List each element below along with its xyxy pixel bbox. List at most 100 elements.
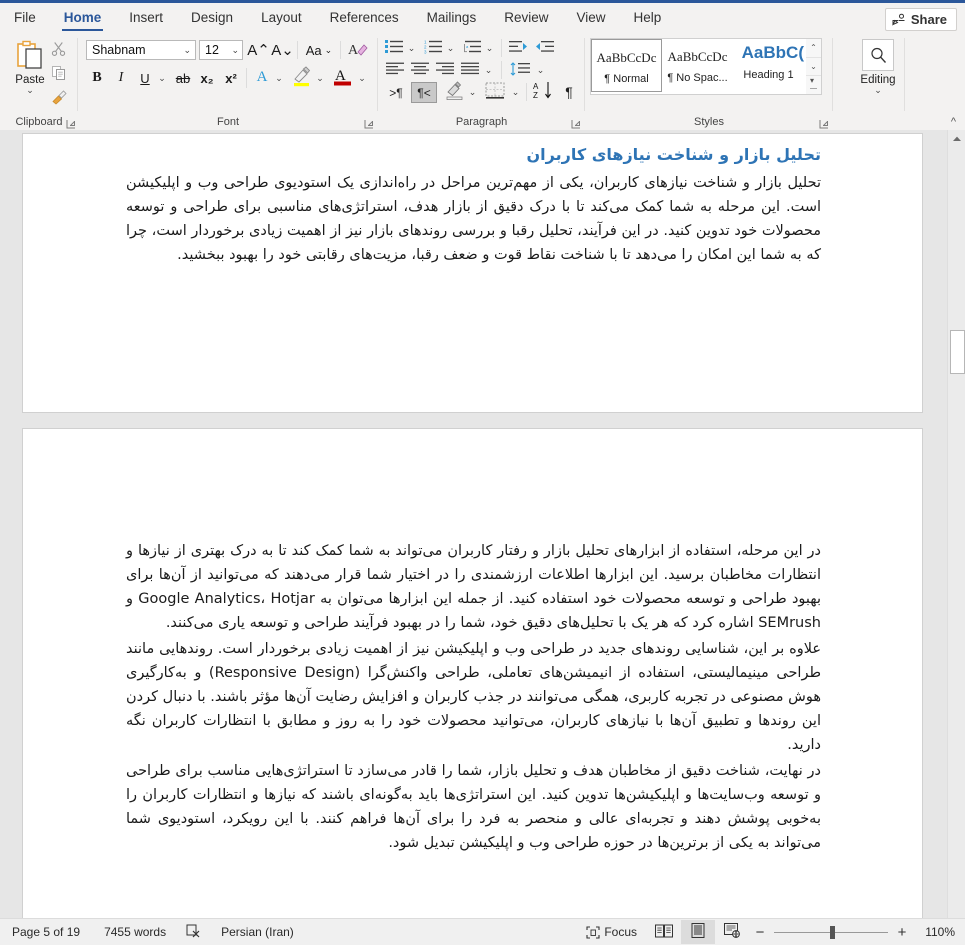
read-mode-button[interactable] — [647, 920, 681, 944]
styles-scroll-down-button[interactable]: ⌄ — [806, 58, 821, 76]
tab-view[interactable]: View — [562, 3, 619, 33]
tab-help[interactable]: Help — [620, 3, 676, 33]
borders-button[interactable] — [482, 81, 508, 103]
proofing-errors-button[interactable] — [178, 924, 209, 941]
focus-mode-button[interactable]: Focus — [576, 925, 647, 939]
paragraph-dialog-launcher[interactable] — [571, 118, 581, 129]
underline-button[interactable]: U — [134, 67, 156, 89]
font-color-options-button[interactable]: ⌄ — [355, 67, 369, 89]
document-paragraph: تحلیل بازار و شناخت نیازهای کاربران، یکی… — [126, 175, 821, 263]
shading-button[interactable] — [442, 80, 466, 103]
change-case-chevron-down-icon[interactable]: ⌄ — [325, 45, 333, 56]
font-name-input[interactable]: Shabnam ⌄ — [86, 40, 196, 60]
show-formatting-marks-button[interactable]: ¶ — [558, 81, 580, 103]
highlight-button[interactable] — [290, 65, 314, 89]
zoom-slider[interactable] — [771, 922, 891, 942]
numbering-options-button[interactable]: ⌄ — [444, 38, 457, 58]
numbering-button[interactable]: 1 2 3 — [422, 38, 444, 58]
tab-mailings[interactable]: Mailings — [413, 3, 491, 33]
tab-insert[interactable]: Insert — [115, 3, 177, 33]
styles-more-button[interactable]: ▾ ― — [806, 76, 821, 94]
bullets-button[interactable] — [383, 38, 405, 58]
shrink-font-button[interactable]: A⌄ — [271, 40, 294, 60]
ltr-text-direction-button[interactable]: >¶ — [383, 82, 409, 103]
sort-icon: A Z — [533, 81, 554, 103]
editing-chevron-down-icon[interactable]: ⌄ — [851, 86, 905, 95]
scroll-up-button[interactable] — [948, 130, 965, 147]
ribbon-group-styles: AaBbCcDc ¶ Normal AaBbCcDc ¶ No Spac... … — [585, 33, 833, 130]
zoom-level-value[interactable]: 110% — [913, 925, 959, 939]
styles-scroll-up-button[interactable]: ⌃ — [806, 39, 821, 58]
web-layout-button[interactable] — [715, 920, 749, 944]
share-button[interactable]: Share — [884, 8, 957, 31]
text-effects-button[interactable]: A — [251, 66, 273, 89]
change-case-button[interactable]: Aa ⌄ — [302, 40, 336, 60]
align-center-button[interactable] — [408, 60, 432, 80]
cut-button[interactable] — [46, 38, 72, 62]
align-left-button[interactable] — [383, 60, 407, 80]
increase-indent-button[interactable] — [533, 38, 556, 58]
font-size-chevron-down-icon[interactable]: ⌄ — [231, 41, 239, 60]
style-no-spacing[interactable]: AaBbCcDc ¶ No Spac... — [662, 39, 733, 92]
multilevel-options-button[interactable]: ⌄ — [483, 38, 496, 58]
zoom-out-button[interactable]: − — [749, 924, 771, 941]
font-size-input[interactable]: 12 ⌄ — [199, 40, 243, 60]
zoom-in-button[interactable]: + — [891, 924, 913, 941]
font-dialog-launcher[interactable] — [364, 118, 374, 129]
tab-home[interactable]: Home — [50, 3, 116, 33]
clear-formatting-button[interactable]: A — [346, 39, 370, 61]
font-color-button[interactable]: A — [331, 65, 355, 89]
editing-button[interactable]: Editing ⌄ — [851, 37, 905, 95]
ribbon-tabs: File Home Insert Design Layout Reference… — [0, 3, 675, 33]
borders-options-button[interactable]: ⌄ — [509, 82, 522, 102]
tab-design[interactable]: Design — [177, 3, 247, 33]
page-number-status[interactable]: Page 5 of 19 — [0, 919, 92, 945]
style-heading-1[interactable]: AaBbC( Heading 1 — [733, 39, 804, 92]
status-bar: Page 5 of 19 7455 words Persian (Iran) F… — [0, 918, 965, 945]
ribbon: Paste ⌄ Clipboard Shabnam ⌄ 12 ⌄ A⌃ A⌄ A… — [0, 33, 965, 131]
italic-button[interactable]: I — [110, 67, 132, 89]
collapse-ribbon-button[interactable]: ^ — [951, 116, 956, 128]
align-options-button[interactable]: ⌄ — [482, 60, 495, 80]
line-spacing-options-button[interactable]: ⌄ — [534, 60, 547, 80]
subscript-button[interactable]: x₂ — [196, 67, 218, 89]
page-2-content[interactable]: در این مرحله، استفاده از ابزارهای تحلیل … — [126, 539, 821, 855]
highlight-options-button[interactable]: ⌄ — [313, 67, 327, 89]
underline-options-button[interactable]: ⌄ — [155, 67, 169, 89]
font-color-icon: A — [332, 65, 354, 90]
document-canvas[interactable]: تحلیل بازار و شناخت نیازهای کاربران تحلی… — [0, 130, 965, 919]
justify-button[interactable] — [458, 60, 482, 80]
page-1-content[interactable]: تحلیل بازار و شناخت نیازهای کاربران تحلی… — [126, 144, 821, 267]
line-spacing-button[interactable] — [507, 60, 533, 80]
multilevel-list-button[interactable]: a — [461, 38, 483, 58]
decrease-indent-button[interactable] — [507, 38, 530, 58]
scrollbar-thumb[interactable] — [950, 330, 965, 374]
tab-references[interactable]: References — [316, 3, 413, 33]
print-layout-button[interactable] — [681, 920, 715, 944]
format-painter-button[interactable] — [46, 86, 72, 110]
zoom-slider-thumb[interactable] — [830, 925, 835, 939]
align-right-button[interactable] — [433, 60, 457, 80]
align-left-icon — [386, 62, 404, 78]
styles-dialog-launcher[interactable] — [819, 118, 829, 129]
strikethrough-button[interactable]: ab — [172, 67, 194, 89]
font-name-chevron-down-icon[interactable]: ⌄ — [183, 41, 191, 60]
tab-file[interactable]: File — [0, 3, 50, 33]
clipboard-dialog-launcher[interactable] — [66, 118, 76, 129]
style-normal[interactable]: AaBbCcDc ¶ Normal — [591, 39, 662, 92]
text-effects-options-button[interactable]: ⌄ — [272, 67, 286, 89]
superscript-button[interactable]: x² — [220, 67, 242, 89]
language-status[interactable]: Persian (Iran) — [209, 919, 306, 945]
bold-button[interactable]: B — [86, 67, 108, 89]
vertical-scrollbar[interactable] — [947, 130, 965, 919]
shading-chevron-down-icon: ⌄ — [468, 86, 477, 97]
shading-options-button[interactable]: ⌄ — [466, 82, 479, 102]
tab-layout[interactable]: Layout — [247, 3, 316, 33]
copy-button[interactable] — [46, 62, 72, 86]
tab-review[interactable]: Review — [490, 3, 562, 33]
bullets-options-button[interactable]: ⌄ — [405, 38, 418, 58]
word-count-status[interactable]: 7455 words — [92, 919, 178, 945]
rtl-text-direction-button[interactable]: ¶< — [411, 82, 437, 103]
grow-font-button[interactable]: A⌃ — [247, 40, 270, 60]
sort-button[interactable]: A Z — [531, 81, 555, 103]
